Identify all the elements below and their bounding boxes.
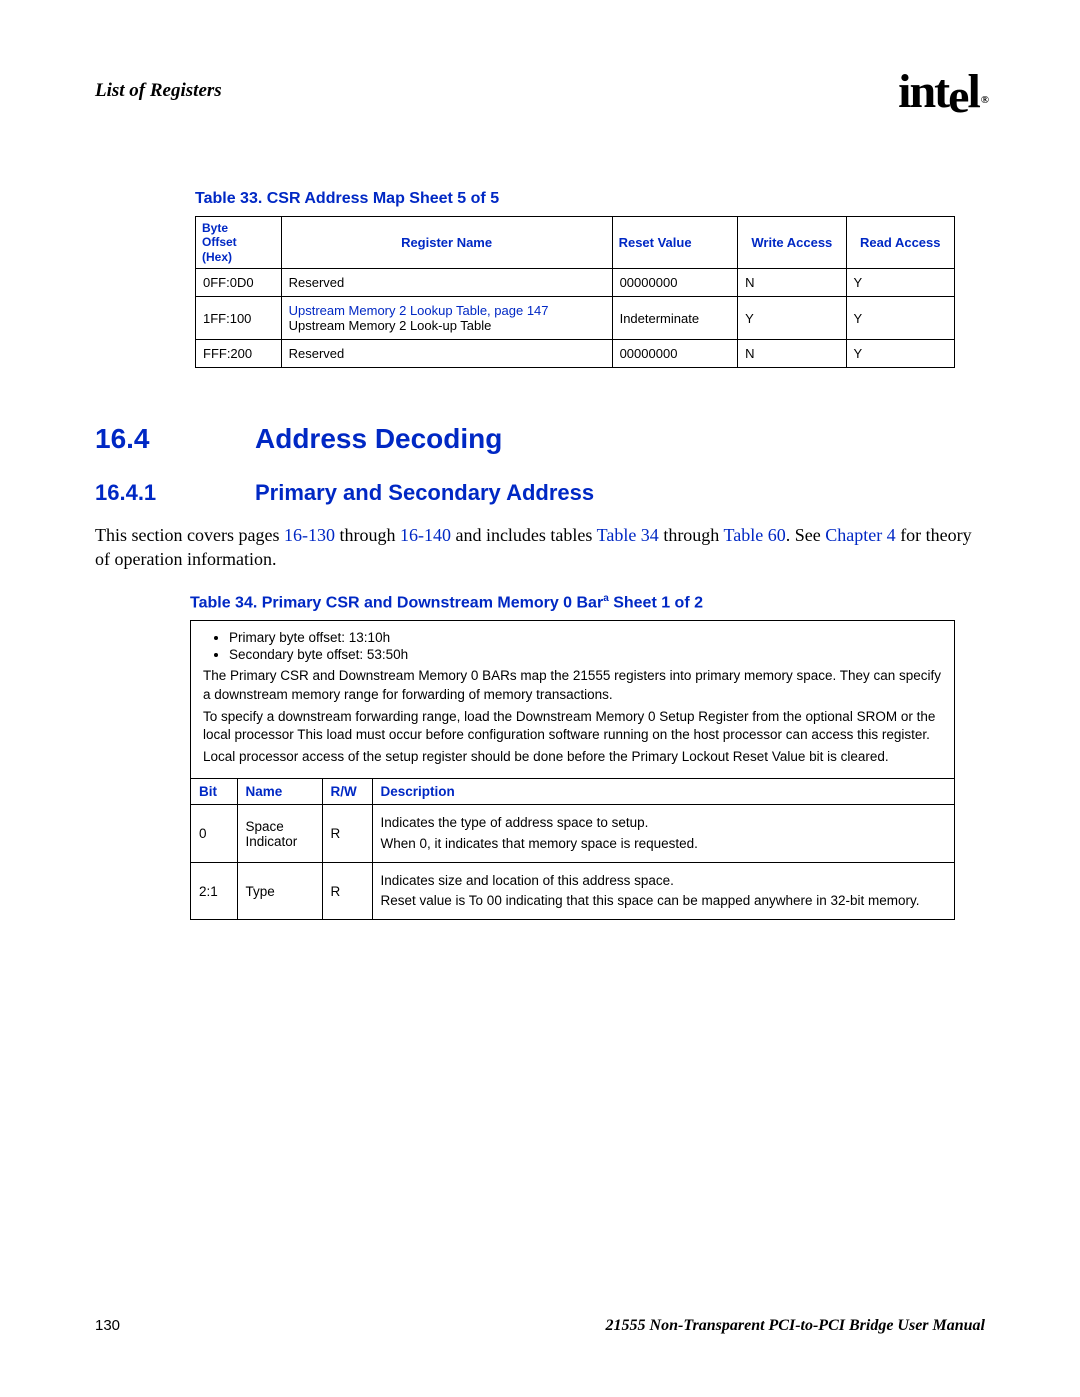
heading-text: Address Decoding bbox=[255, 423, 502, 454]
desc-line: Reset value is To 00 indicating that thi… bbox=[381, 892, 947, 910]
cell-ra: Y bbox=[846, 269, 954, 297]
cell-offset: 0FF:0D0 bbox=[196, 269, 282, 297]
cell-name: Upstream Memory 2 Lookup Table, page 147… bbox=[281, 297, 612, 340]
heading-text: Primary and Secondary Address bbox=[255, 480, 594, 505]
table-33: Byte Offset (Hex) Register Name Reset Va… bbox=[195, 216, 955, 368]
page-section-title: List of Registers bbox=[95, 80, 222, 102]
page-link[interactable]: 16-140 bbox=[400, 525, 451, 545]
page-number: 130 bbox=[95, 1317, 120, 1335]
cell-reset: 00000000 bbox=[612, 269, 738, 297]
heading-number: 16.4 bbox=[95, 423, 255, 455]
register-subtext: Upstream Memory 2 Look-up Table bbox=[289, 318, 492, 333]
table-row: FFF:200 Reserved 00000000 N Y bbox=[196, 340, 955, 368]
table-row: 1FF:100 Upstream Memory 2 Lookup Table, … bbox=[196, 297, 955, 340]
desc-line: When 0, it indicates that memory space i… bbox=[381, 835, 947, 853]
bullet-item: Primary byte offset: 13:10h bbox=[229, 629, 942, 646]
bullet-item: Secondary byte offset: 53:50h bbox=[229, 646, 942, 663]
table-row: 0FF:0D0 Reserved 00000000 N Y bbox=[196, 269, 955, 297]
th-read-access: Read Access bbox=[846, 217, 954, 269]
cell-wa: N bbox=[738, 269, 846, 297]
cell-name: Reserved bbox=[281, 269, 612, 297]
intro-paragraph: This section covers pages 16-130 through… bbox=[95, 524, 985, 571]
cell-wa: Y bbox=[738, 297, 846, 340]
heading-number: 16.4.1 bbox=[95, 480, 255, 506]
table-34-description: Primary byte offset: 13:10h Secondary by… bbox=[191, 621, 954, 778]
cell-rw: R bbox=[322, 805, 372, 862]
table-link[interactable]: Table 60 bbox=[723, 525, 785, 545]
cell-bit: 2:1 bbox=[191, 862, 237, 919]
cell-reset: 00000000 bbox=[612, 340, 738, 368]
cell-wa: N bbox=[738, 340, 846, 368]
table-row: 0 Space Indicator R Indicates the type o… bbox=[191, 805, 954, 862]
manual-title: 21555 Non-Transparent PCI-to-PCI Bridge … bbox=[606, 1317, 985, 1335]
th-bit: Bit bbox=[191, 779, 237, 805]
intel-logo: intel® bbox=[898, 64, 985, 119]
cell-reset: Indeterminate bbox=[612, 297, 738, 340]
chapter-link[interactable]: Chapter 4 bbox=[825, 525, 895, 545]
th-description: Description bbox=[372, 779, 954, 805]
desc-paragraph: To specify a downstream forwarding range… bbox=[203, 708, 942, 744]
th-rw: R/W bbox=[322, 779, 372, 805]
table-33-title: Table 33. CSR Address Map Sheet 5 of 5 bbox=[195, 190, 985, 208]
table-34-title: Table 34. Primary CSR and Downstream Mem… bbox=[190, 593, 985, 612]
cell-description: Indicates size and location of this addr… bbox=[372, 862, 954, 919]
cell-offset: 1FF:100 bbox=[196, 297, 282, 340]
cell-rw: R bbox=[322, 862, 372, 919]
desc-line: Indicates size and location of this addr… bbox=[381, 872, 947, 890]
text: and includes tables bbox=[451, 525, 597, 545]
logo-part-e: e bbox=[948, 70, 967, 123]
cell-bit: 0 bbox=[191, 805, 237, 862]
th-write-access: Write Access bbox=[738, 217, 846, 269]
cell-name: Space Indicator bbox=[237, 805, 322, 862]
logo-part-int: int bbox=[898, 65, 948, 118]
th-byte-offset: Byte Offset (Hex) bbox=[196, 217, 282, 269]
th-register-name: Register Name bbox=[281, 217, 612, 269]
cell-ra: Y bbox=[846, 340, 954, 368]
title-text: Table 34. Primary CSR and Downstream Mem… bbox=[190, 594, 603, 611]
text: through bbox=[659, 525, 724, 545]
desc-paragraph: The Primary CSR and Downstream Memory 0 … bbox=[203, 667, 942, 703]
page-footer: 130 21555 Non-Transparent PCI-to-PCI Bri… bbox=[95, 1317, 985, 1335]
table-34: Primary byte offset: 13:10h Secondary by… bbox=[190, 620, 955, 920]
desc-line: Indicates the type of address space to s… bbox=[381, 814, 947, 832]
register-link[interactable]: Upstream Memory 2 Lookup Table, page 147 bbox=[289, 303, 549, 318]
title-text: Sheet 1 of 2 bbox=[609, 594, 703, 611]
heading-16-4: 16.4Address Decoding bbox=[95, 423, 985, 455]
text: through bbox=[335, 525, 400, 545]
desc-paragraph: Local processor access of the setup regi… bbox=[203, 748, 942, 766]
text: This section covers pages bbox=[95, 525, 284, 545]
cell-name: Reserved bbox=[281, 340, 612, 368]
cell-description: Indicates the type of address space to s… bbox=[372, 805, 954, 862]
text: . See bbox=[786, 525, 826, 545]
table-row: 2:1 Type R Indicates size and location o… bbox=[191, 862, 954, 919]
cell-ra: Y bbox=[846, 297, 954, 340]
th-name: Name bbox=[237, 779, 322, 805]
heading-16-4-1: 16.4.1Primary and Secondary Address bbox=[95, 480, 985, 506]
logo-registered-mark: ® bbox=[981, 94, 987, 106]
logo-part-l: l bbox=[967, 65, 978, 118]
cell-name: Type bbox=[237, 862, 322, 919]
cell-offset: FFF:200 bbox=[196, 340, 282, 368]
table-link[interactable]: Table 34 bbox=[597, 525, 659, 545]
table-34-grid: Bit Name R/W Description 0 Space Indicat… bbox=[191, 778, 954, 919]
page-link[interactable]: 16-130 bbox=[284, 525, 335, 545]
th-reset-value: Reset Value bbox=[612, 217, 738, 269]
